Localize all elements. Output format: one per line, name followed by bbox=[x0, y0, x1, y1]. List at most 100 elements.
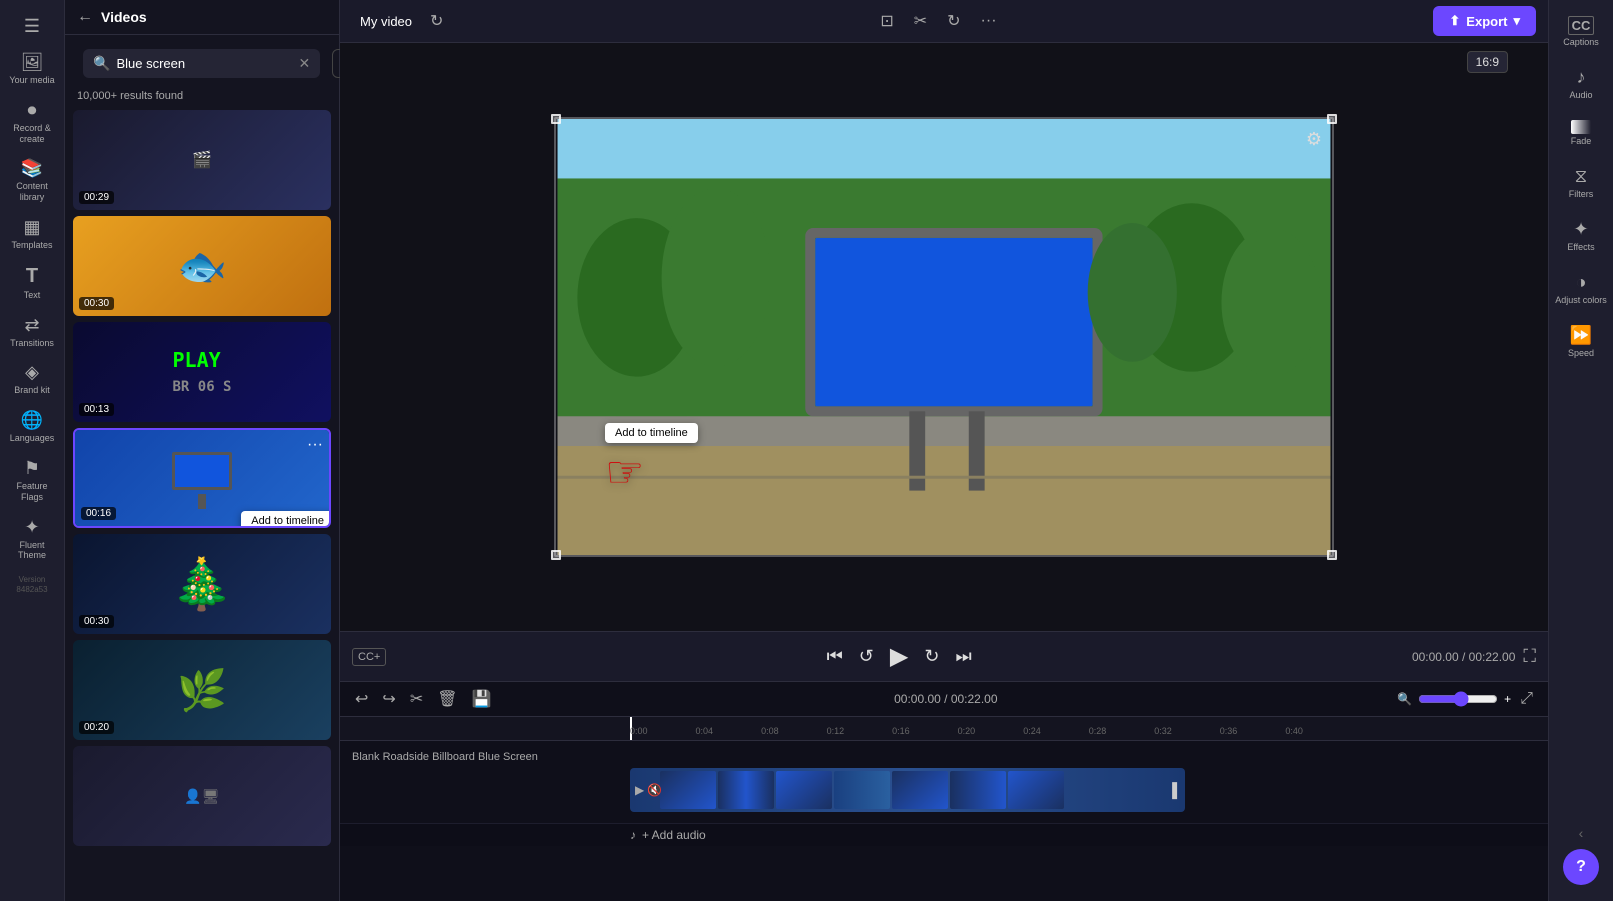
delete-button[interactable]: 🗑 bbox=[434, 686, 460, 712]
resize-handle-br[interactable] bbox=[1327, 550, 1337, 560]
sidebar-item-label: Templates bbox=[11, 240, 52, 251]
fullscreen-button[interactable]: ⛶ bbox=[1523, 646, 1536, 667]
templates-icon: ▦ bbox=[23, 217, 40, 238]
sidebar-item-audio[interactable]: ♪ Audio bbox=[1551, 59, 1611, 108]
sidebar-item-templates[interactable]: ▦ Templates bbox=[2, 211, 62, 257]
sidebar-item-label: Brand kit bbox=[14, 385, 50, 396]
fade-label: Fade bbox=[1571, 136, 1592, 146]
sidebar-item-your-media[interactable]: 🖼 Your media bbox=[2, 46, 62, 92]
main-area: My video ↻ ⊡ ✂ ↻ ··· ⬆ Export ▾ bbox=[340, 0, 1548, 901]
search-input[interactable] bbox=[116, 56, 292, 71]
ruler-mark: 0:08 bbox=[761, 726, 779, 736]
video-thumb-billboard[interactable]: 00:16 ··· Add to timeline bbox=[73, 428, 331, 528]
sidebar-item-filters[interactable]: ⧖ Filters bbox=[1551, 158, 1611, 207]
audio-label: Audio bbox=[1569, 90, 1592, 100]
timeline-ruler: 0:00 0:04 0:08 0:12 0:16 0:20 0:24 0:28 … bbox=[340, 717, 1548, 741]
redo-button[interactable]: ↪ bbox=[379, 686, 398, 712]
clear-search-button[interactable]: ✕ bbox=[298, 55, 310, 72]
cut-button[interactable]: ✂ bbox=[407, 686, 426, 712]
top-bar: My video ↻ ⊡ ✂ ↻ ··· ⬆ Export ▾ bbox=[340, 0, 1548, 43]
captions-button[interactable]: CC+ bbox=[352, 648, 386, 666]
strip-controls: ▶ 🔇 bbox=[635, 783, 662, 797]
more-options-button[interactable]: ··· bbox=[307, 436, 323, 454]
skip-forward-button[interactable]: ↻ bbox=[920, 642, 943, 671]
video-thumb[interactable]: PLAYBR 06 S 00:13 bbox=[73, 322, 331, 422]
more-button[interactable]: ··· bbox=[976, 7, 1002, 35]
sidebar-item-feature-flags[interactable]: ⚑ Feature Flags bbox=[2, 452, 62, 509]
resize-handle-tl[interactable] bbox=[551, 114, 561, 124]
crop-button[interactable]: ⊡ bbox=[875, 6, 898, 36]
timeline-time: 00:00.00 / 00:22.00 bbox=[502, 692, 1389, 706]
sidebar-item-label: Fluent Theme bbox=[6, 540, 58, 562]
export-button[interactable]: ⬆ Export ▾ bbox=[1433, 6, 1536, 36]
ruler-mark: 0:28 bbox=[1089, 726, 1107, 736]
video-thumb[interactable]: 🎄 00:30 bbox=[73, 534, 331, 634]
add-audio-button[interactable]: ♪ + Add audio bbox=[340, 823, 1548, 846]
effects-icon: ✦ bbox=[1573, 219, 1588, 240]
settings-button[interactable]: ⚙ bbox=[1306, 129, 1322, 150]
content-library-icon: 📚 bbox=[21, 158, 43, 179]
search-bar: 🔍 ✕ bbox=[83, 49, 320, 78]
sidebar-item-label: Your media bbox=[9, 75, 54, 86]
captions-label: Captions bbox=[1563, 37, 1599, 47]
replay-button[interactable]: ↺ bbox=[855, 642, 878, 671]
sidebar-item-content-library[interactable]: 📚 Content library bbox=[2, 152, 62, 209]
add-to-timeline-tooltip[interactable]: Add to timeline bbox=[241, 511, 331, 528]
sidebar-item-fade[interactable]: Fade bbox=[1551, 112, 1611, 154]
sidebar-item-effects[interactable]: ✦ Effects bbox=[1551, 211, 1611, 260]
strip-thumb bbox=[660, 771, 716, 809]
add-audio-icon: ♪ bbox=[630, 828, 636, 842]
rotate-button[interactable]: ↻ bbox=[942, 6, 965, 36]
fluent-theme-icon: ✦ bbox=[24, 517, 39, 538]
ruler-mark: 0:00 bbox=[630, 726, 648, 736]
resize-handle-bl[interactable] bbox=[551, 550, 561, 560]
video-thumb[interactable]: 🌿 00:20 bbox=[73, 640, 331, 740]
play-button[interactable]: ▶ bbox=[886, 638, 912, 675]
trim-button[interactable]: ✂ bbox=[909, 6, 932, 36]
adjust-colors-label: Adjust colors bbox=[1555, 295, 1607, 305]
video-thumb[interactable]: 👤🖥 bbox=[73, 746, 331, 846]
refresh-button[interactable]: ↻ bbox=[430, 11, 443, 31]
sidebar-item-record-create[interactable]: ⏺ Record &create bbox=[2, 94, 62, 151]
skip-to-end-button[interactable]: ⏭ bbox=[951, 642, 975, 671]
skip-to-start-button[interactable]: ⏮ bbox=[823, 642, 847, 671]
sidebar-item-label: Feature Flags bbox=[6, 481, 58, 503]
filters-icon: ⧖ bbox=[1575, 166, 1588, 187]
video-thumb[interactable]: 🎬 00:29 bbox=[73, 110, 331, 210]
export-chevron-icon: ▾ bbox=[1513, 13, 1520, 29]
back-button[interactable]: ← bbox=[77, 8, 93, 26]
sidebar-item-fluent-theme[interactable]: ✦ Fluent Theme bbox=[2, 511, 62, 568]
timeline-toolbar: ↩ ↪ ✂ 🗑 💾 00:00.00 / 00:22.00 🔍 + ⤢ bbox=[340, 682, 1548, 717]
sidebar-item-text[interactable]: T Text bbox=[2, 259, 62, 307]
fish-icon: 🐟 bbox=[177, 243, 227, 290]
sidebar-item-captions[interactable]: CC Captions bbox=[1551, 8, 1611, 55]
undo-button[interactable]: ↩ bbox=[352, 686, 371, 712]
help-button[interactable]: ? bbox=[1563, 849, 1599, 885]
aspect-ratio-badge: 16:9 bbox=[1467, 51, 1508, 73]
zoom-control: 🔍 + ⤢ bbox=[1397, 687, 1536, 711]
zoom-slider[interactable] bbox=[1418, 691, 1498, 707]
video-duration: 00:29 bbox=[79, 191, 114, 204]
sidebar-item-brand[interactable]: ◈ Brand kit bbox=[2, 356, 62, 402]
sidebar-item-transitions[interactable]: ⇄ Transitions bbox=[2, 309, 62, 355]
resize-handle-tr[interactable] bbox=[1327, 114, 1337, 124]
strip-end-handle[interactable]: ▌ bbox=[1172, 782, 1182, 798]
hamburger-menu-button[interactable]: ☰ bbox=[14, 8, 50, 44]
your-media-icon: 🖼 bbox=[21, 52, 44, 73]
save-button[interactable]: 💾 bbox=[469, 686, 495, 712]
preview-area: ⚙ 16:9 Add to timeline ☞ bbox=[340, 43, 1548, 631]
speed-icon: ⏩ bbox=[1570, 325, 1592, 346]
sidebar-item-label: Content library bbox=[6, 181, 58, 203]
video-duration: 00:20 bbox=[79, 721, 114, 734]
sidebar-item-languages[interactable]: 🌐 Languages bbox=[2, 404, 62, 450]
video-strip[interactable]: ▶ 🔇 bbox=[630, 768, 1185, 812]
expand-button[interactable]: ⤢ bbox=[1517, 687, 1536, 711]
sidebar-item-adjust-colors[interactable]: ◑ Adjust colors bbox=[1551, 264, 1611, 313]
video-title-button[interactable]: My video bbox=[352, 10, 420, 33]
video-duration: 00:16 bbox=[81, 507, 116, 520]
sidebar-item-speed[interactable]: ⏩ Speed bbox=[1551, 317, 1611, 366]
collapse-panel-button[interactable]: ‹ bbox=[1579, 825, 1584, 841]
video-grid: 🎬 00:29 🐟 00:30 PLAYBR 06 S 00:13 00:16 bbox=[65, 110, 339, 901]
panel-header: ← Videos bbox=[65, 0, 339, 35]
video-thumb[interactable]: 🐟 00:30 bbox=[73, 216, 331, 316]
